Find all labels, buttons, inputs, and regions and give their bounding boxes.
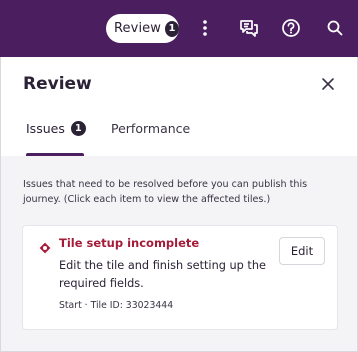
review-button[interactable]: Review 1: [106, 14, 179, 43]
tab-issues[interactable]: Issues 1: [26, 121, 86, 136]
issues-content: Issues that need to be resolved before y…: [1, 156, 357, 351]
edit-button[interactable]: Edit: [279, 237, 325, 265]
more-vert-icon[interactable]: [194, 17, 216, 39]
search-icon[interactable]: [324, 17, 346, 39]
issues-count-badge: 1: [70, 121, 86, 136]
panel-title: Review: [23, 74, 92, 94]
issues-description: Issues that need to be resolved before y…: [23, 179, 308, 205]
tab-performance-label: Performance: [111, 121, 191, 136]
issue-title: Tile setup incomplete: [59, 236, 200, 250]
review-button-label: Review: [114, 21, 161, 36]
chat-bubbles-icon[interactable]: [238, 17, 260, 39]
close-icon[interactable]: [319, 75, 337, 93]
help-icon[interactable]: [280, 17, 302, 39]
top-bar: Review 1: [0, 0, 358, 57]
review-panel: Review Issues 1 Performance Issues that …: [0, 57, 358, 352]
issue-description: Edit the tile and finish setting up the …: [59, 259, 266, 290]
issue-card[interactable]: Tile setup incomplete Edit the tile and …: [22, 225, 338, 330]
tab-issues-label: Issues: [26, 121, 65, 136]
issue-meta: Start · Tile ID: 33023444: [59, 300, 174, 311]
tab-performance[interactable]: Performance: [111, 121, 190, 136]
error-diamond-icon: [39, 239, 51, 254]
review-count-badge: 1: [164, 20, 179, 37]
